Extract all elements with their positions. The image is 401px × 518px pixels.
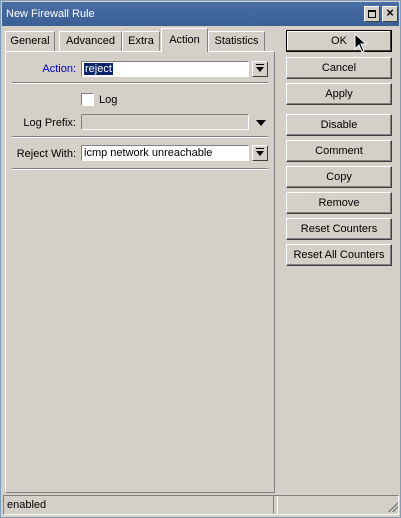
comment-button[interactable]: Comment [286, 140, 392, 162]
copy-button[interactable]: Copy [286, 166, 392, 188]
log-prefix-expand-icon[interactable] [256, 120, 266, 126]
firewall-rule-window: New Firewall Rule × General Advanced Ext… [0, 0, 401, 518]
window-title: New Firewall Rule [6, 8, 95, 20]
reject-with-dropdown-button[interactable] [252, 145, 268, 161]
reset-all-counters-button[interactable]: Reset All Counters [286, 244, 392, 266]
action-label: Action: [42, 63, 76, 75]
reject-with-label: Reject With: [16, 148, 76, 160]
mouse-cursor-icon [354, 33, 368, 53]
log-checkbox[interactable] [81, 93, 94, 106]
reject-with-select[interactable]: icmp network unreachable [81, 145, 249, 161]
apply-button[interactable]: Apply [286, 83, 392, 105]
tab-action[interactable]: Action [161, 28, 208, 52]
resize-grip-icon[interactable] [388, 502, 398, 512]
tab-extra[interactable]: Extra [122, 31, 160, 51]
action-select[interactable]: reject [81, 61, 249, 77]
close-button[interactable]: × [382, 5, 398, 22]
action-tab-panel: Action: reject Log Log Prefix: Reject Wi… [5, 51, 275, 493]
disable-button[interactable]: Disable [286, 114, 392, 136]
status-bar: enabled [3, 495, 399, 515]
dropdown-line-icon [256, 148, 264, 149]
divider [12, 136, 268, 138]
log-prefix-label: Log Prefix: [23, 117, 76, 129]
remove-button[interactable]: Remove [286, 192, 392, 214]
tab-statistics[interactable]: Statistics [208, 31, 265, 51]
chevron-down-icon [256, 151, 264, 156]
ok-button[interactable]: OK [286, 30, 392, 52]
status-text: enabled [4, 496, 274, 514]
status-cell-empty [277, 496, 398, 514]
maximize-button[interactable] [364, 6, 380, 22]
cancel-button[interactable]: Cancel [286, 57, 392, 79]
action-dropdown-button[interactable] [252, 61, 268, 77]
maximize-icon [368, 10, 376, 18]
divider [12, 168, 268, 170]
title-bar[interactable]: New Firewall Rule × [2, 2, 399, 26]
action-value: reject [84, 63, 113, 75]
chevron-down-icon [256, 67, 264, 72]
divider [12, 82, 268, 84]
tab-general[interactable]: General [5, 31, 55, 51]
close-icon: × [386, 5, 394, 20]
dropdown-line-icon [256, 64, 264, 65]
log-checkbox-label: Log [99, 94, 118, 106]
log-prefix-input[interactable] [81, 114, 249, 130]
tab-advanced[interactable]: Advanced [59, 31, 122, 51]
reset-counters-button[interactable]: Reset Counters [286, 218, 392, 240]
